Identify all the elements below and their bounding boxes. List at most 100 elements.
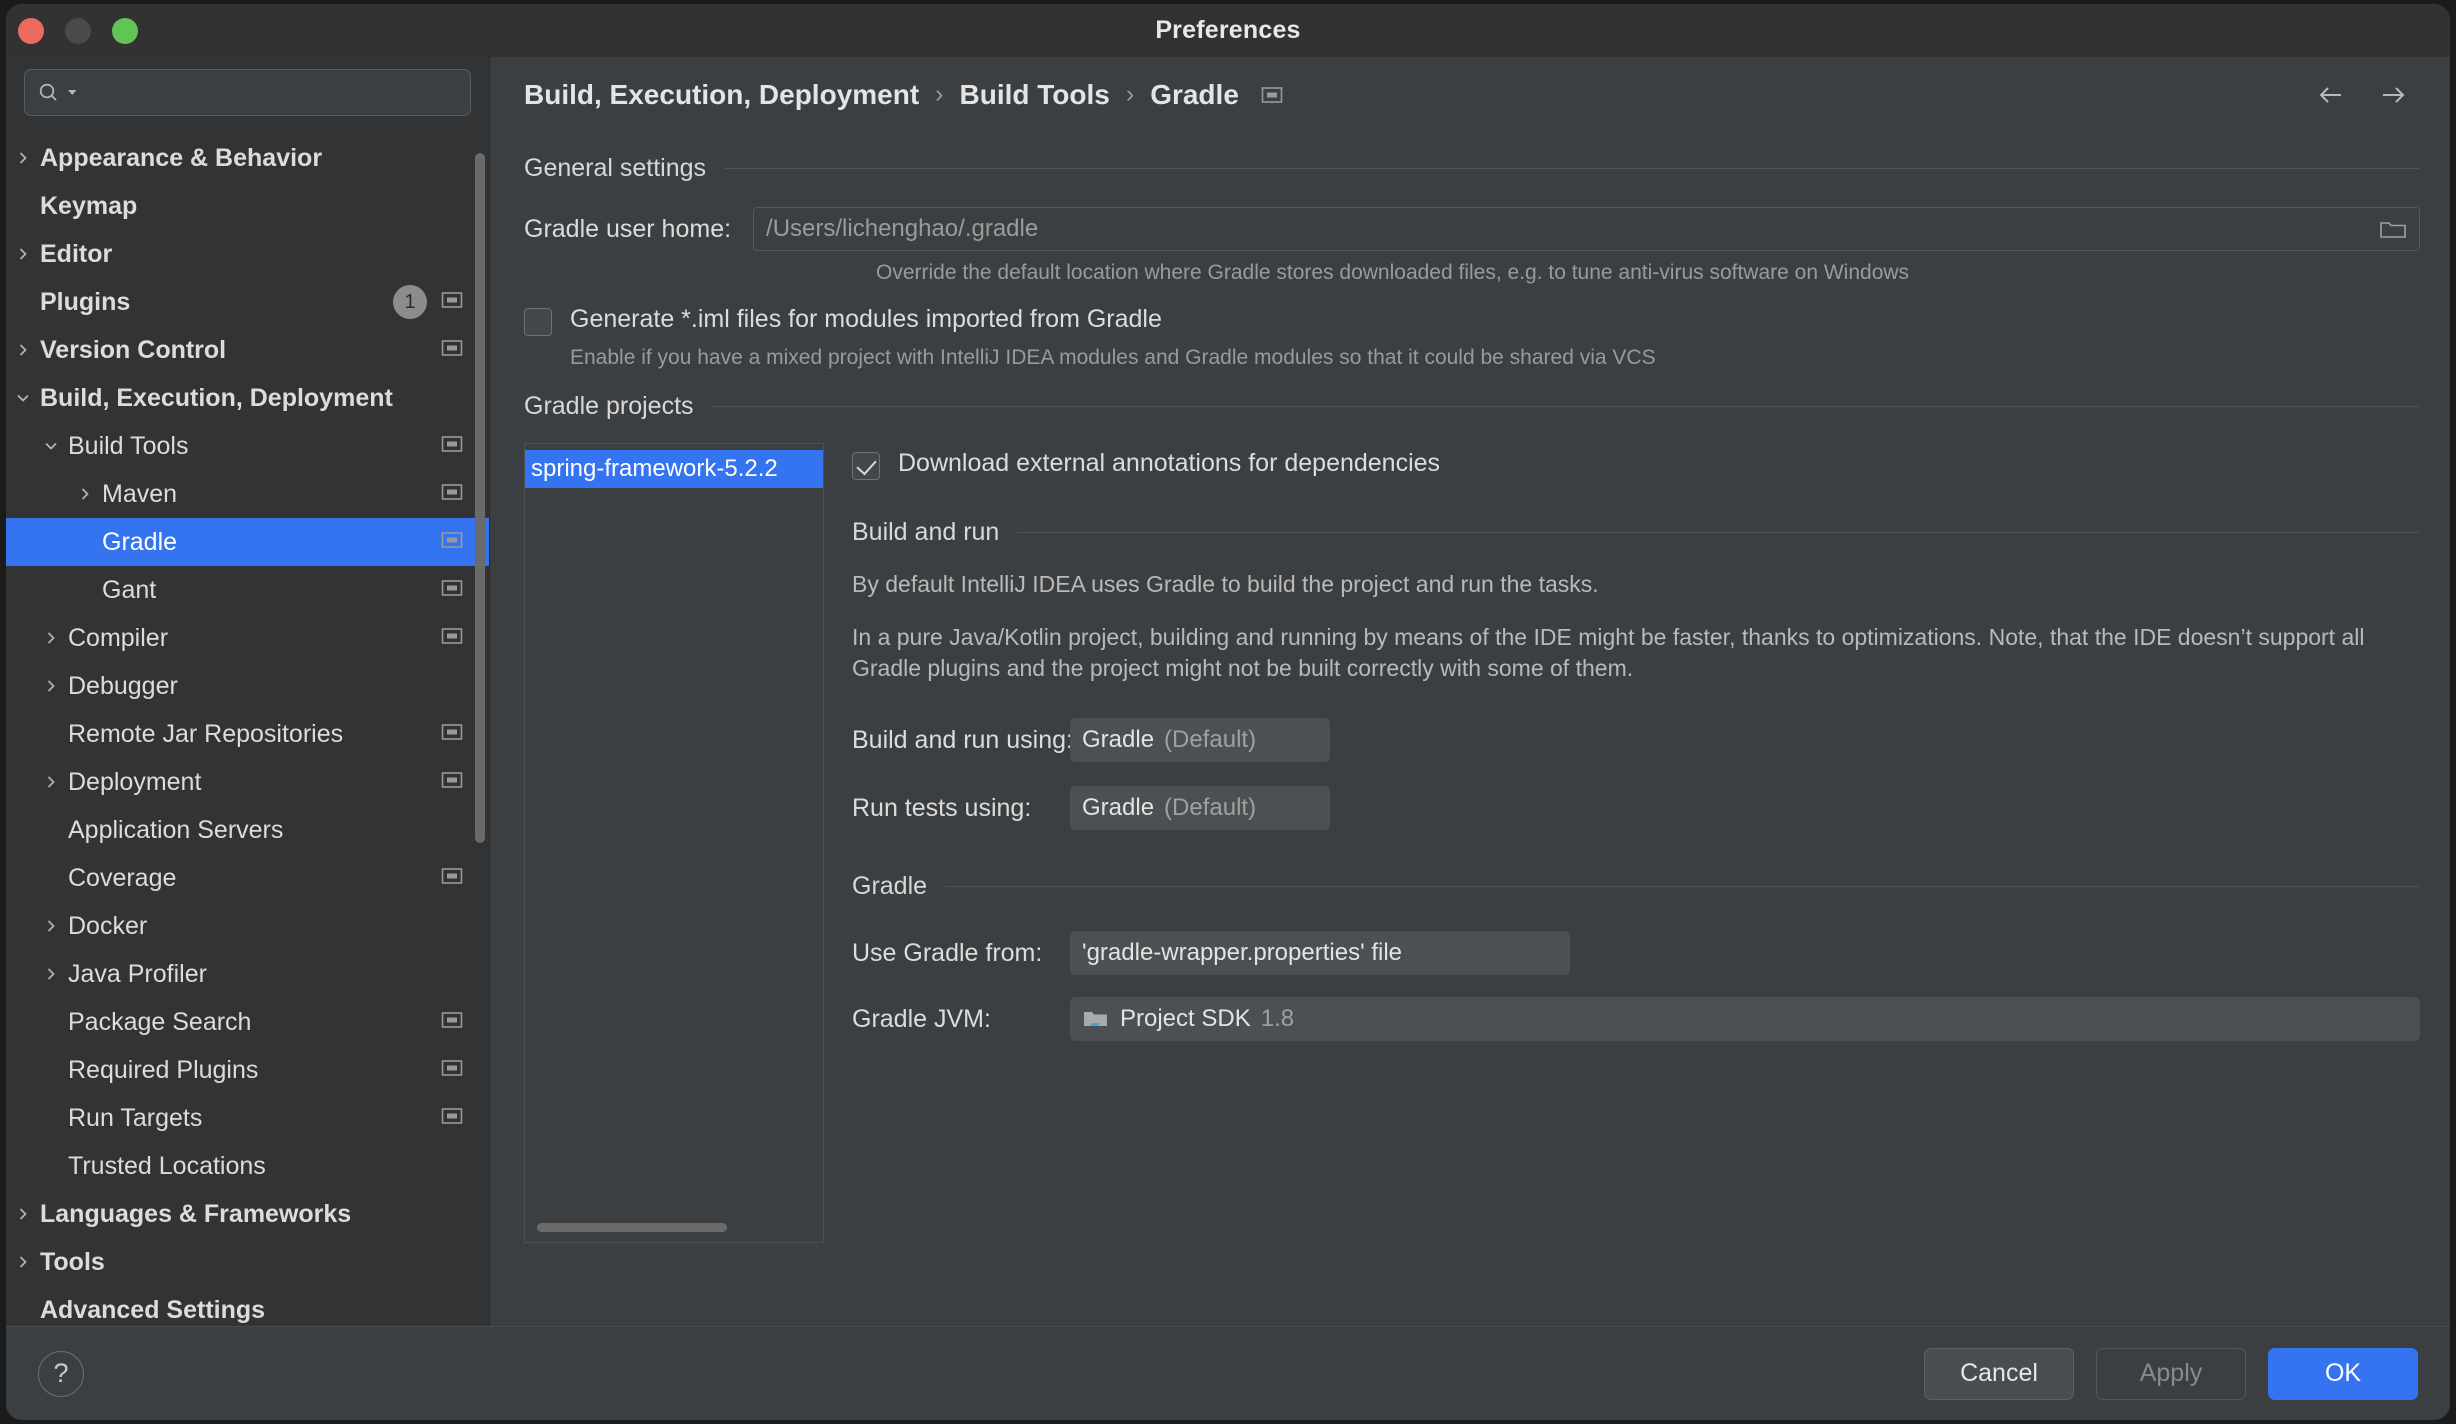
dialog-body: Appearance & BehaviorKeymap Editor Plugins… <box>6 57 2450 1326</box>
sidebar-item-trusted-locations[interactable]: Trusted Locations <box>6 1142 489 1190</box>
sidebar-item-label: Editor <box>40 240 463 269</box>
gradle-projects-title: Gradle projects <box>524 392 694 421</box>
use-gradle-from-combo[interactable]: 'gradle-wrapper.properties' file <box>1070 931 1570 975</box>
search-icon <box>37 81 61 105</box>
gradle-user-home-input[interactable]: /Users/lichenghao/.gradle <box>753 207 2420 251</box>
build-and-run-para-1: By default IntelliJ IDEA uses Gradle to … <box>852 569 2420 600</box>
build-using-label: Build and run using: <box>852 726 1070 755</box>
run-tests-combo[interactable]: Gradle (Default) <box>1070 786 1330 830</box>
chevron-right-icon[interactable] <box>68 486 102 502</box>
zoom-icon[interactable] <box>112 18 138 44</box>
download-annotations-row[interactable]: Download external annotations for depend… <box>852 449 2420 480</box>
sidebar-item-gradle[interactable]: Gradle <box>6 518 489 566</box>
download-annotations-checkbox[interactable] <box>852 452 880 480</box>
minimize-icon[interactable] <box>65 18 91 44</box>
projects-horizontal-scrollbar[interactable] <box>537 1223 727 1232</box>
breadcrumb-item-1[interactable]: Build Tools <box>960 79 1110 111</box>
sidebar-item-required-plugins[interactable]: Required Plugins <box>6 1046 489 1094</box>
cancel-button[interactable]: Cancel <box>1924 1348 2074 1400</box>
sidebar-item-docker[interactable]: Docker <box>6 902 489 950</box>
chevron-right-icon[interactable] <box>34 966 68 982</box>
sidebar-item-java-profiler[interactable]: Java Profiler <box>6 950 489 998</box>
use-gradle-from-label: Use Gradle from: <box>852 939 1070 968</box>
project-settings-icon <box>441 433 463 460</box>
search-dropdown-icon[interactable] <box>67 87 78 98</box>
close-icon[interactable] <box>18 18 44 44</box>
sidebar-scrollbar[interactable] <box>475 153 485 843</box>
chevron-right-icon[interactable] <box>6 246 40 262</box>
build-using-combo[interactable]: Gradle (Default) <box>1070 718 1330 762</box>
gradle-jvm-combo[interactable]: Project SDK 1.8 <box>1070 997 2420 1041</box>
generate-iml-row[interactable]: Generate *.iml files for modules importe… <box>524 305 2420 336</box>
help-button[interactable]: ? <box>38 1351 84 1397</box>
breadcrumb-item-0[interactable]: Build, Execution, Deployment <box>524 79 919 111</box>
sidebar-item-build-execution-deployment[interactable]: Build, Execution, Deployment <box>6 374 489 422</box>
sidebar-item-application-servers[interactable]: Application Servers <box>6 806 489 854</box>
project-settings-icon <box>441 1105 463 1132</box>
chevron-right-icon[interactable] <box>34 918 68 934</box>
sidebar-item-tools[interactable]: Tools <box>6 1238 489 1286</box>
sidebar-item-debugger[interactable]: Debugger <box>6 662 489 710</box>
sidebar-item-advanced-settings[interactable]: Advanced Settings <box>6 1286 489 1326</box>
chevron-down-icon[interactable] <box>34 438 68 454</box>
sidebar-item-gant[interactable]: Gant <box>6 566 489 614</box>
sidebar-item-label: Run Targets <box>68 1104 441 1133</box>
search-container <box>6 57 489 126</box>
sidebar-item-label: Gradle <box>102 528 441 557</box>
sidebar-item-version-control[interactable]: Version Control <box>6 326 489 374</box>
sidebar-item-package-search[interactable]: Package Search <box>6 998 489 1046</box>
chevron-right-icon[interactable] <box>34 630 68 646</box>
chevron-down-icon[interactable] <box>1300 734 1318 746</box>
general-settings-group: General settings <box>524 154 2420 183</box>
chevron-right-icon[interactable] <box>6 1254 40 1270</box>
projects-split: spring-framework-5.2.2 Download external… <box>524 443 2420 1243</box>
folder-browse-icon[interactable] <box>2379 217 2407 241</box>
forward-arrow-icon[interactable] <box>2378 80 2408 110</box>
chevron-right-icon[interactable] <box>6 1206 40 1222</box>
sidebar-item-run-targets[interactable]: Run Targets <box>6 1094 489 1142</box>
sidebar-item-label: Java Profiler <box>68 960 463 989</box>
apply-button[interactable]: Apply <box>2096 1348 2246 1400</box>
gradle-jvm-value: Project SDK <box>1120 1005 1251 1033</box>
search-box[interactable] <box>24 69 471 116</box>
group-divider <box>945 886 2420 887</box>
title-bar: Preferences <box>6 4 2450 57</box>
build-and-run-title: Build and run <box>852 518 999 547</box>
sidebar-item-plugins[interactable]: Plugins1 <box>6 278 489 326</box>
build-and-run-para-2: In a pure Java/Kotlin project, building … <box>852 622 2420 684</box>
chevron-down-icon[interactable] <box>6 390 40 406</box>
generate-iml-checkbox[interactable] <box>524 308 552 336</box>
settings-pane: Build, Execution, Deployment › Build Too… <box>490 57 2450 1326</box>
back-arrow-icon[interactable] <box>2316 80 2346 110</box>
sidebar-item-compiler[interactable]: Compiler <box>6 614 489 662</box>
use-gradle-from-row: Use Gradle from: 'gradle-wrapper.propert… <box>852 931 2420 975</box>
chevron-down-icon[interactable] <box>1300 802 1318 814</box>
sidebar-item-remote-jar-repositories[interactable]: Remote Jar Repositories <box>6 710 489 758</box>
chevron-right-icon[interactable] <box>6 150 40 166</box>
sidebar-item-coverage[interactable]: Coverage <box>6 854 489 902</box>
sidebar-item-label: Coverage <box>68 864 441 893</box>
sidebar-item-editor[interactable]: Editor <box>6 230 489 278</box>
project-settings-icon <box>441 529 463 556</box>
sidebar-item-languages-frameworks[interactable]: Languages & Frameworks <box>6 1190 489 1238</box>
chevron-down-icon[interactable] <box>2390 1013 2408 1025</box>
search-input[interactable] <box>84 81 458 104</box>
gradle-projects-list[interactable]: spring-framework-5.2.2 <box>524 443 824 1243</box>
sidebar-item-label: Maven <box>102 480 441 509</box>
chevron-right-icon[interactable] <box>6 342 40 358</box>
build-and-run-group: Build and run <box>852 518 2420 547</box>
ok-button[interactable]: OK <box>2268 1348 2418 1400</box>
sidebar-item-deployment[interactable]: Deployment <box>6 758 489 806</box>
chevron-down-icon[interactable] <box>1540 947 1558 959</box>
sidebar-item-maven[interactable]: Maven <box>6 470 489 518</box>
sidebar-item-keymap[interactable]: Keymap <box>6 182 489 230</box>
chevron-right-icon[interactable] <box>34 678 68 694</box>
dialog-footer: ? Cancel Apply OK <box>6 1326 2450 1420</box>
list-item[interactable]: spring-framework-5.2.2 <box>525 450 823 488</box>
sidebar-item-appearance-behavior[interactable]: Appearance & Behavior <box>6 134 489 182</box>
settings-tree[interactable]: Appearance & BehaviorKeymap Editor Plugins… <box>6 126 489 1326</box>
chevron-right-icon[interactable] <box>34 774 68 790</box>
sidebar-item-label: Compiler <box>68 624 441 653</box>
sidebar-item-build-tools[interactable]: Build Tools <box>6 422 489 470</box>
sidebar-item-label: Application Servers <box>68 816 463 845</box>
